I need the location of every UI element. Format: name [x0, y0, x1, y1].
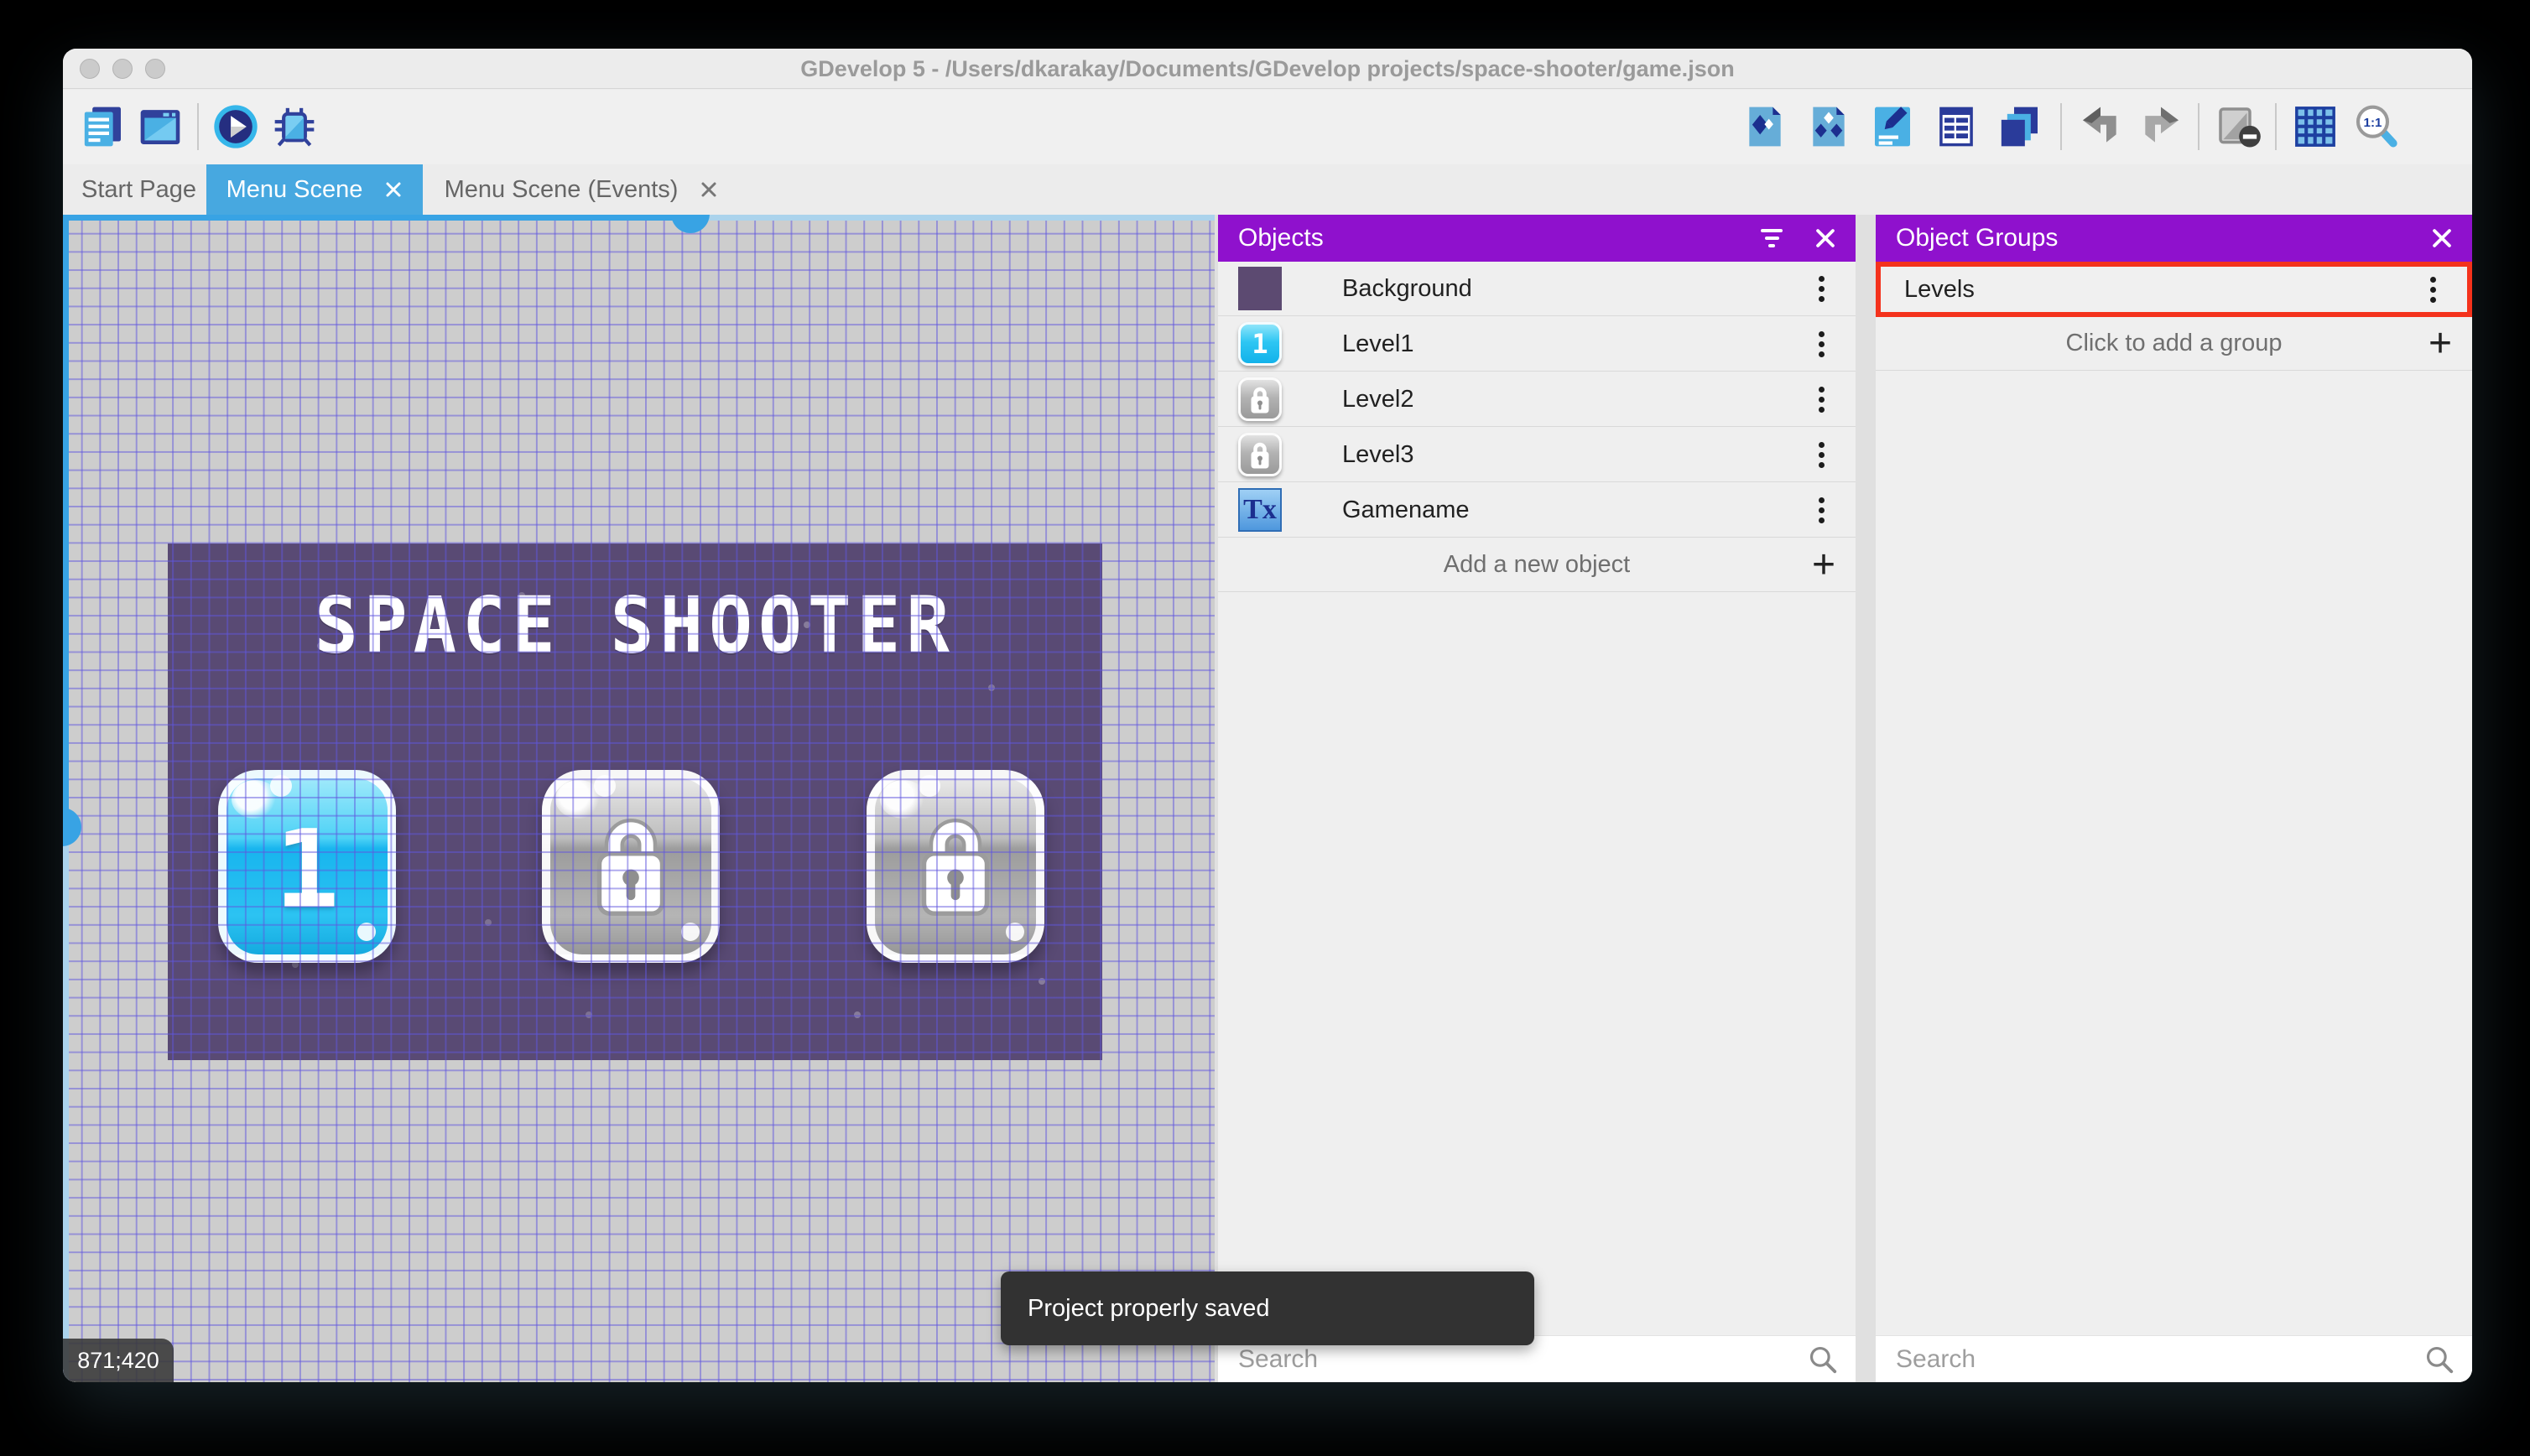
group-name: Levels	[1904, 275, 1975, 303]
tab-bar: Start Page Menu Scene Menu Scene (Events…	[63, 164, 2472, 215]
instances-list-panel-icon[interactable]	[1933, 103, 1980, 150]
toast-message: Project properly saved	[1028, 1294, 1270, 1322]
close-panel-icon[interactable]	[1814, 226, 1837, 250]
objects-panel-icon[interactable]	[1741, 103, 1788, 150]
close-panel-icon[interactable]	[2430, 226, 2454, 250]
toolbar-separator	[2198, 103, 2199, 150]
object-name: Level3	[1342, 440, 1414, 468]
toolbar-separator	[2275, 103, 2277, 150]
object-row-background[interactable]: Background	[1218, 262, 1856, 316]
add-group-row[interactable]: Click to add a group +	[1876, 317, 2472, 371]
objects-panel-header: Objects	[1218, 215, 1856, 262]
lock-icon	[596, 819, 665, 916]
toolbar-separator	[197, 103, 199, 150]
undo-icon[interactable]	[2077, 103, 2124, 150]
object-menu-kebab-icon[interactable]	[1809, 272, 1834, 305]
object-row-gamename[interactable]: Tx Gamename	[1218, 483, 1856, 538]
tab-label: Menu Scene (Events)	[444, 175, 679, 203]
zoom-ratio-label: 1:1	[2364, 116, 2382, 130]
scene-window-icon[interactable]	[137, 103, 184, 150]
properties-panel-icon[interactable]	[1869, 103, 1916, 150]
search-icon	[1809, 1346, 1837, 1373]
object-name: Level1	[1342, 330, 1414, 357]
locked-button-thumbnail	[1238, 377, 1282, 421]
lock-icon	[1251, 387, 1269, 413]
object-menu-kebab-icon[interactable]	[1809, 327, 1834, 361]
level1-button-instance[interactable]: 1	[218, 770, 396, 963]
filter-icon[interactable]	[1760, 226, 1783, 250]
window-title: GDevelop 5 - /Users/dkarakay/Documents/G…	[800, 56, 1735, 81]
level1-thumbnail: 1	[1238, 322, 1282, 366]
object-menu-kebab-icon[interactable]	[1809, 382, 1834, 416]
object-groups-panel: Object Groups Levels Click to add a grou…	[1876, 215, 2472, 1382]
text-object-thumbnail: Tx	[1238, 488, 1282, 532]
horizontal-scrollbar[interactable]	[63, 215, 1215, 221]
desktop-background: GDevelop 5 - /Users/dkarakay/Documents/G…	[0, 0, 2530, 1456]
preview-play-icon[interactable]	[212, 103, 259, 150]
groups-search-bar	[1876, 1335, 2472, 1382]
close-tab-icon[interactable]	[700, 180, 718, 199]
layers-panel-icon[interactable]	[1996, 103, 2043, 150]
tab-menu-scene-events[interactable]: Menu Scene (Events)	[424, 164, 739, 215]
level3-locked-button-instance[interactable]	[867, 770, 1044, 963]
plus-icon[interactable]: +	[2428, 323, 2452, 363]
save-toast: Project properly saved	[1001, 1271, 1534, 1345]
object-name: Gamename	[1342, 496, 1470, 523]
gdevelop-window: GDevelop 5 - /Users/dkarakay/Documents/G…	[63, 49, 2472, 1382]
object-groups-panel-header: Object Groups	[1876, 215, 2472, 262]
object-name: Background	[1342, 274, 1472, 302]
grid-toggle-icon[interactable]	[2292, 103, 2339, 150]
groups-search-input[interactable]	[1896, 1344, 2423, 1374]
vertical-scrollbar[interactable]	[63, 215, 69, 1382]
group-menu-kebab-icon[interactable]	[2420, 273, 2445, 306]
object-groups-panel-icon[interactable]	[1805, 103, 1852, 150]
main-toolbar: 1:1	[63, 90, 2472, 164]
add-object-row[interactable]: Add a new object +	[1218, 538, 1856, 592]
game-background-instance[interactable]: SPACE SHOOTER 1	[168, 543, 1102, 1060]
add-group-label: Click to add a group	[2065, 330, 2283, 356]
debug-icon[interactable]	[271, 103, 318, 150]
zoom-reset-icon[interactable]: 1:1	[2352, 103, 2399, 150]
search-icon	[2426, 1346, 2454, 1373]
redo-icon[interactable]	[2137, 103, 2184, 150]
lock-icon	[1251, 442, 1269, 469]
horizontal-scroll-thumb[interactable]	[671, 215, 710, 233]
editor-content: SPACE SHOOTER 1 871;420 Objects Backgrou…	[63, 215, 2472, 1382]
group-row-levels[interactable]: Levels	[1876, 262, 2472, 317]
level2-locked-button-instance[interactable]	[542, 770, 720, 963]
star-decorations	[168, 543, 171, 547]
lock-icon	[921, 819, 990, 916]
object-menu-kebab-icon[interactable]	[1809, 493, 1834, 527]
objects-panel: Objects Background 1 Level1 Level2 Level…	[1218, 215, 1856, 1382]
objects-panel-title: Objects	[1238, 224, 1324, 252]
project-manager-icon[interactable]	[80, 103, 127, 150]
object-menu-kebab-icon[interactable]	[1809, 438, 1834, 471]
toolbar-separator	[2060, 103, 2062, 150]
object-row-level2[interactable]: Level2	[1218, 372, 1856, 427]
cursor-coordinates-badge: 871;420	[63, 1339, 174, 1382]
tab-label: Start Page	[81, 175, 197, 203]
close-tab-icon[interactable]	[384, 180, 403, 199]
tab-start-page[interactable]: Start Page	[71, 164, 206, 215]
scene-canvas[interactable]: SPACE SHOOTER 1 871;420	[63, 215, 1215, 1382]
plus-icon[interactable]: +	[1812, 544, 1835, 585]
vertical-scroll-thumb[interactable]	[63, 808, 81, 846]
object-groups-panel-title: Object Groups	[1896, 224, 2059, 252]
titlebar: GDevelop 5 - /Users/dkarakay/Documents/G…	[63, 49, 2472, 89]
add-object-label: Add a new object	[1443, 551, 1631, 578]
object-row-level3[interactable]: Level3	[1218, 428, 1856, 482]
object-row-level1[interactable]: 1 Level1	[1218, 317, 1856, 372]
tab-label: Menu Scene	[226, 175, 363, 203]
background-thumbnail	[1238, 267, 1282, 310]
render-mask-toggle-icon[interactable]	[2215, 103, 2262, 150]
tab-menu-scene[interactable]: Menu Scene	[206, 164, 423, 215]
game-title-text-instance[interactable]: SPACE SHOOTER	[168, 580, 1102, 671]
locked-button-thumbnail	[1238, 433, 1282, 476]
object-name: Level2	[1342, 385, 1414, 413]
objects-search-input[interactable]	[1238, 1344, 1807, 1374]
